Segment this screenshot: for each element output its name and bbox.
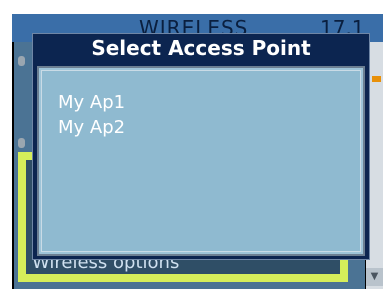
- background-left-knob-2: [18, 138, 25, 148]
- background-left-knob: [18, 56, 25, 66]
- access-point-item[interactable]: My Ap1: [58, 92, 125, 113]
- access-point-list[interactable]: My Ap1 My Ap2: [41, 70, 361, 252]
- access-point-item[interactable]: My Ap2: [58, 117, 125, 138]
- scroll-position-indicator: [372, 76, 381, 82]
- access-point-list-frame: My Ap1 My Ap2: [37, 66, 365, 256]
- select-access-point-dialog: Select Access Point My Ap1 My Ap2: [32, 33, 370, 260]
- scroll-down-button[interactable]: ▼: [366, 268, 383, 286]
- dialog-title: Select Access Point: [91, 36, 311, 60]
